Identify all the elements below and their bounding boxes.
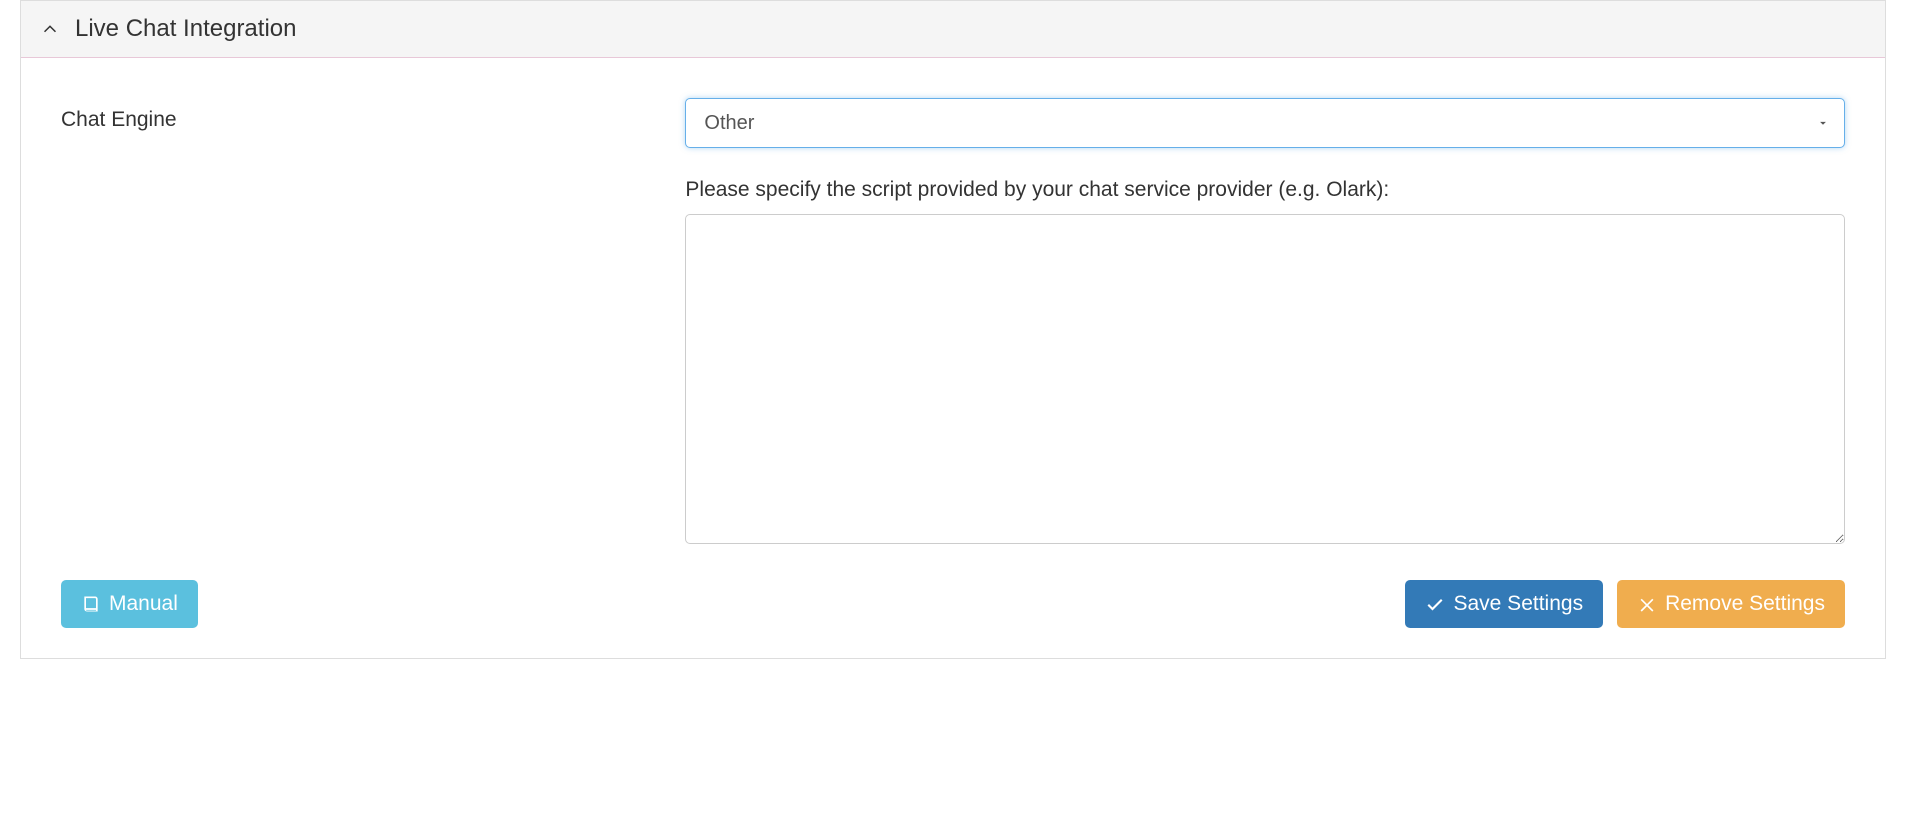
save-settings-button[interactable]: Save Settings	[1405, 580, 1603, 628]
check-icon	[1425, 594, 1445, 614]
footer-row: Manual Save Settings Remove Settings	[61, 580, 1845, 628]
script-label: Please specify the script provided by yo…	[685, 178, 1845, 202]
script-control-col: Please specify the script provided by yo…	[685, 178, 1845, 550]
remove-settings-button[interactable]: Remove Settings	[1617, 580, 1845, 628]
script-row: Please specify the script provided by yo…	[61, 178, 1845, 550]
panel-body: Chat Engine Other Please specify the scr…	[21, 58, 1885, 658]
footer-left: Manual	[61, 580, 198, 628]
chat-engine-select[interactable]: Other	[685, 98, 1845, 148]
chat-engine-label: Chat Engine	[61, 108, 177, 131]
save-settings-label: Save Settings	[1453, 592, 1583, 616]
chat-engine-row: Chat Engine Other	[61, 98, 1845, 148]
script-label-col	[61, 178, 685, 188]
chat-engine-control-col: Other	[685, 98, 1845, 148]
manual-button[interactable]: Manual	[61, 580, 198, 628]
panel-title: Live Chat Integration	[75, 15, 296, 43]
close-icon	[1637, 594, 1657, 614]
remove-settings-label: Remove Settings	[1665, 592, 1825, 616]
chevron-up-icon	[41, 20, 59, 38]
footer-right: Save Settings Remove Settings	[1405, 580, 1845, 628]
panel-header[interactable]: Live Chat Integration	[21, 0, 1885, 58]
script-textarea[interactable]	[685, 214, 1845, 544]
book-icon	[81, 594, 101, 614]
manual-button-label: Manual	[109, 592, 178, 616]
live-chat-panel: Live Chat Integration Chat Engine Other …	[20, 0, 1886, 659]
chat-engine-label-col: Chat Engine	[61, 98, 685, 132]
